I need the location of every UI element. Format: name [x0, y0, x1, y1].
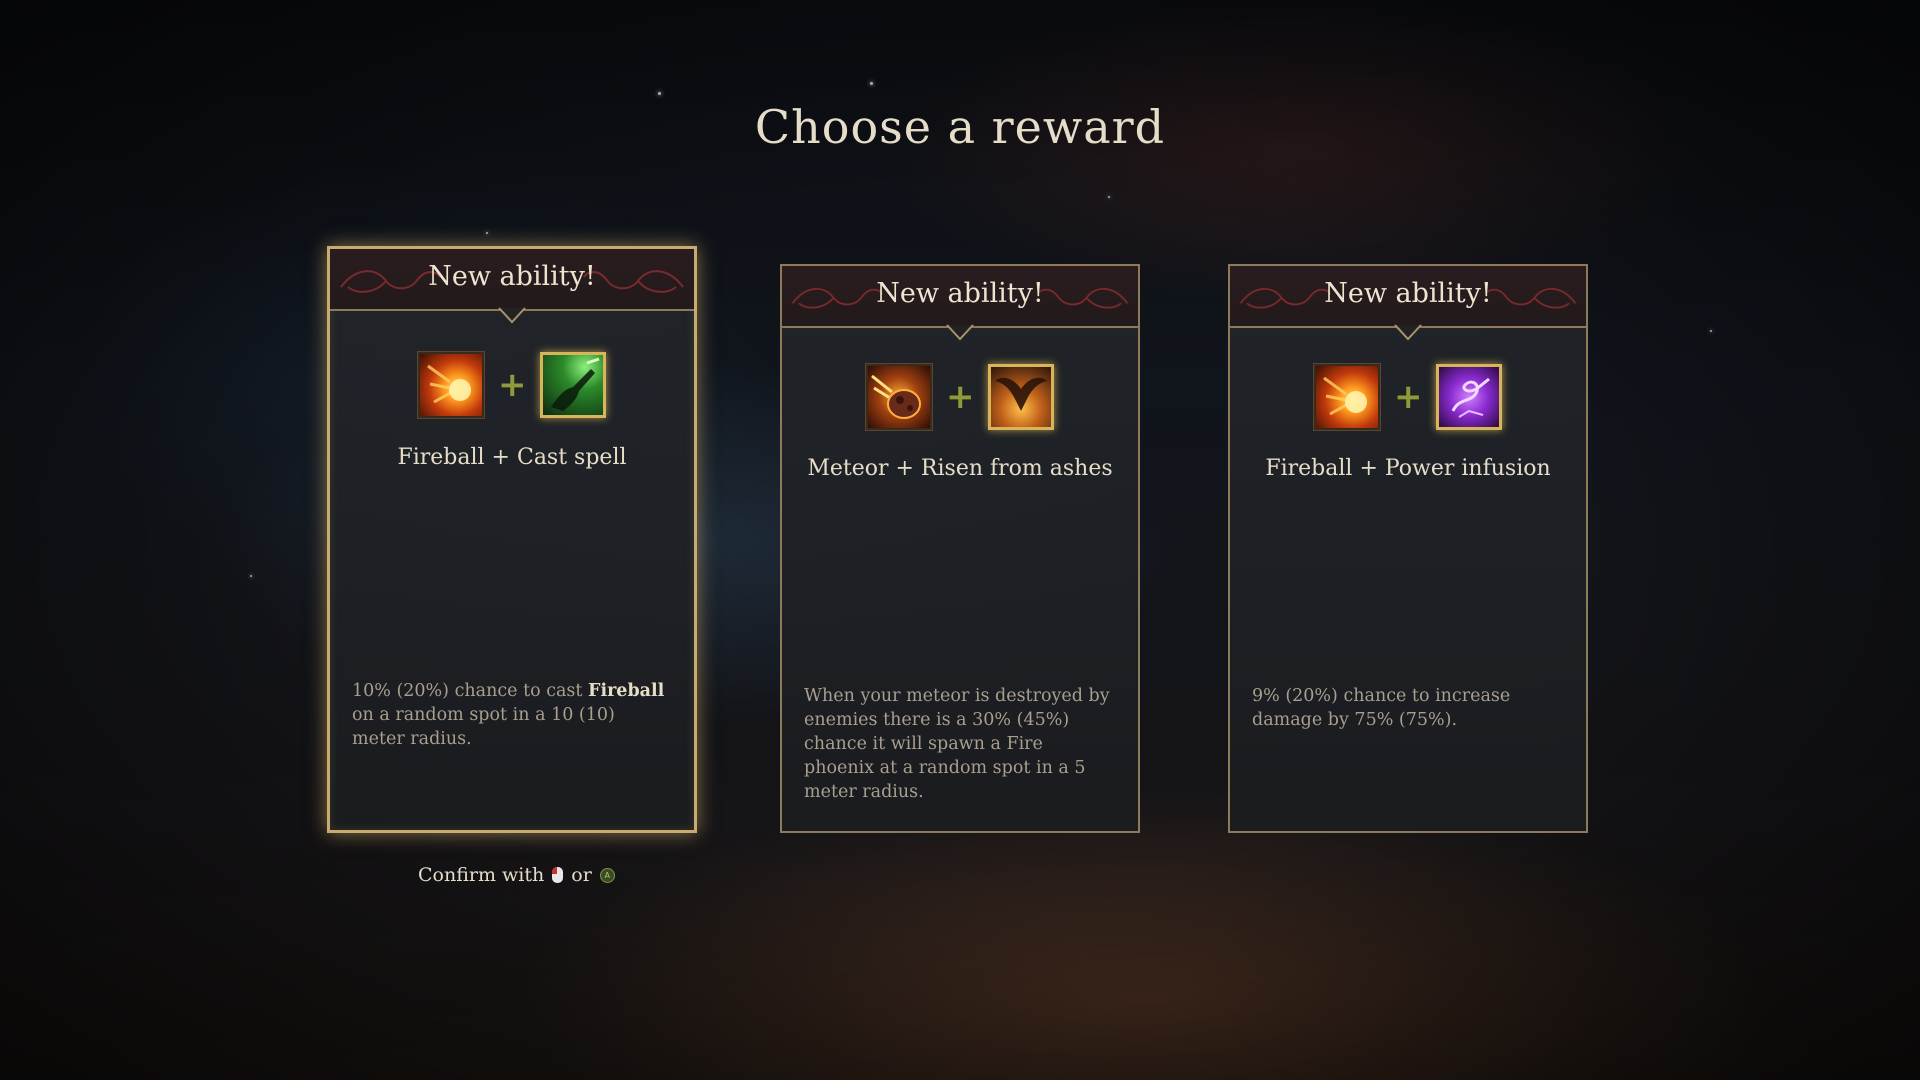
- fireball-icon: [418, 352, 484, 418]
- fireball-icon: [1314, 364, 1380, 430]
- ability-combo-name: Fireball + Power infusion: [1265, 456, 1551, 481]
- header-notch-icon: [1394, 324, 1422, 341]
- star-decoration: [250, 575, 252, 577]
- reward-card-3[interactable]: New ability! + Fireball + Power infusion…: [1228, 264, 1588, 833]
- description-text: 10% (20%) chance to cast: [352, 681, 589, 701]
- risen-from-ashes-icon: [988, 364, 1054, 430]
- power-infusion-icon: [1436, 364, 1502, 430]
- plus-icon: +: [498, 365, 527, 405]
- ability-icons: +: [1230, 364, 1586, 430]
- ability-icons: +: [330, 352, 694, 418]
- reward-card-2[interactable]: New ability! + Meteor + Risen from ashes…: [780, 264, 1140, 833]
- mouse-left-click-icon: [552, 867, 564, 883]
- star-decoration: [1710, 330, 1712, 332]
- plus-icon: +: [946, 377, 975, 417]
- star-decoration: [486, 232, 488, 234]
- cast-spell-icon: [540, 352, 606, 418]
- confirm-label: Confirm with: [418, 864, 545, 886]
- card-header-title: New ability!: [1324, 278, 1492, 309]
- confirm-hint: Confirm with or A: [418, 864, 615, 886]
- ability-description: 10% (20%) chance to cast Fireball on a r…: [352, 679, 672, 751]
- description-text: on a random spot in a 10 (10) meter radi…: [352, 705, 615, 749]
- ability-combo-name: Meteor + Risen from ashes: [807, 456, 1113, 481]
- star-decoration: [1108, 196, 1110, 198]
- header-notch-icon: [946, 324, 974, 341]
- header-notch-icon: [498, 307, 526, 324]
- plus-icon: +: [1394, 377, 1423, 417]
- ability-description: When your meteor is destroyed by enemies…: [804, 686, 1110, 802]
- screen-title: Choose a reward: [754, 100, 1166, 154]
- card-header-title: New ability!: [876, 278, 1044, 309]
- or-label: or: [571, 864, 592, 886]
- ability-description: 9% (20%) chance to increase damage by 75…: [1252, 686, 1511, 730]
- star-decoration: [870, 82, 873, 85]
- meteor-icon: [866, 364, 932, 430]
- card-header: New ability!: [1230, 266, 1586, 328]
- description-highlight: Fireball: [588, 681, 665, 701]
- card-header: New ability!: [782, 266, 1138, 328]
- card-header-title: New ability!: [428, 261, 596, 292]
- ability-combo-name: Fireball + Cast spell: [397, 445, 627, 470]
- gamepad-a-button-icon: A: [599, 867, 615, 883]
- star-decoration: [658, 92, 661, 95]
- card-header: New ability!: [330, 249, 694, 311]
- reward-card-1[interactable]: New ability! + Fireball + Cast spell 10%…: [327, 246, 697, 833]
- ability-icons: +: [782, 364, 1138, 430]
